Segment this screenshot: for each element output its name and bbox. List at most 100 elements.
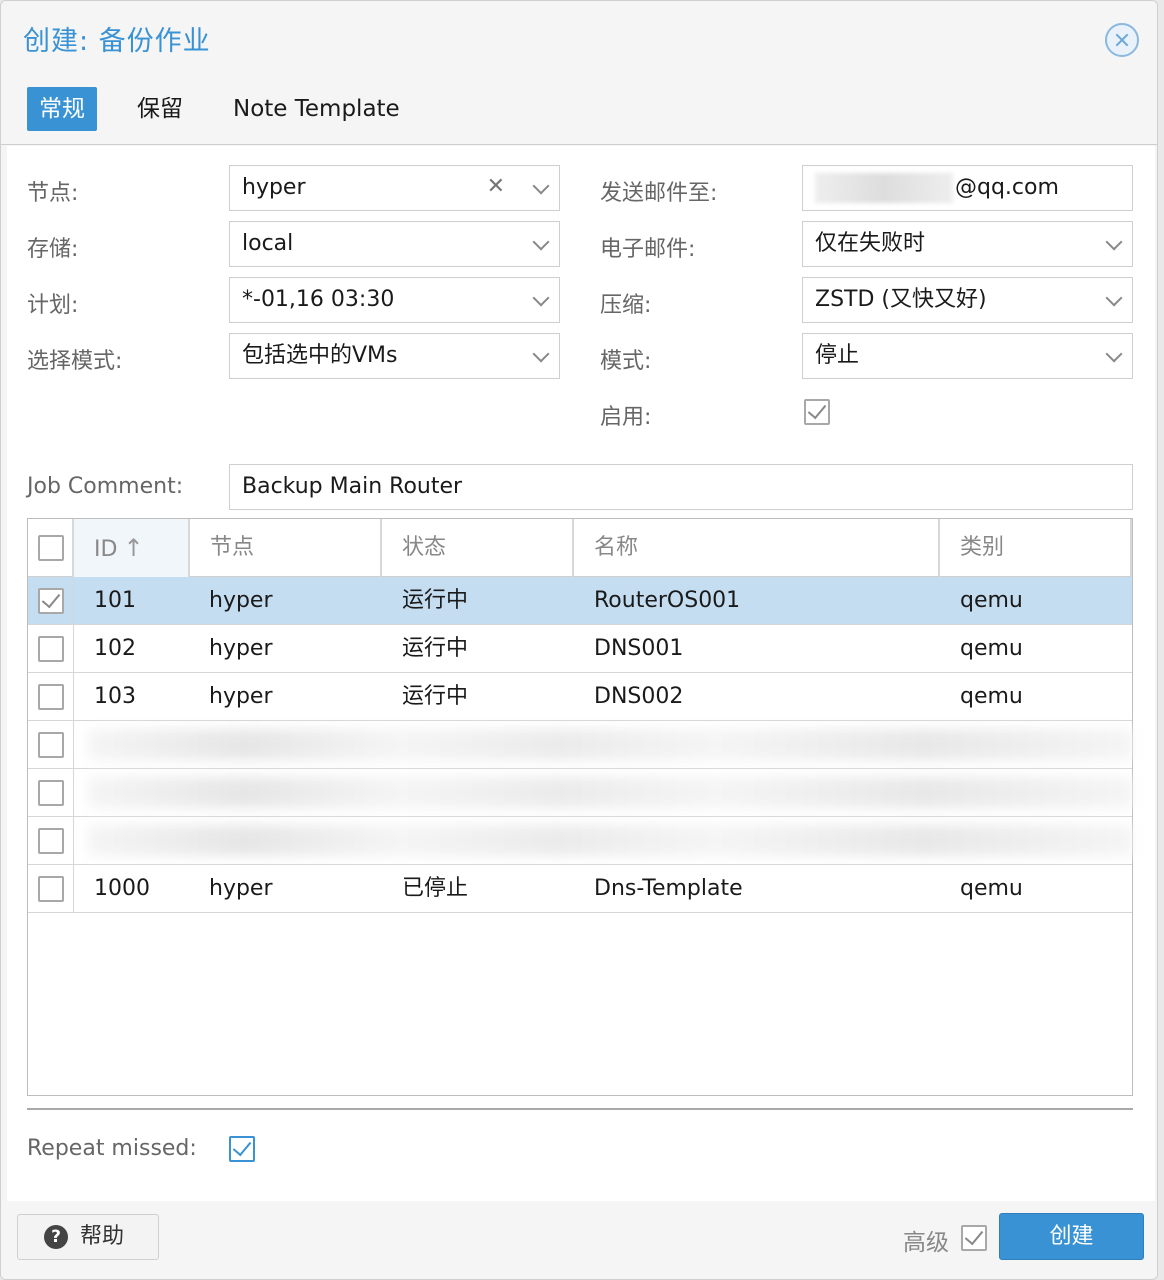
row-checkbox[interactable]: [38, 732, 64, 758]
cell-id: 1000: [94, 876, 150, 901]
enable-checkbox[interactable]: [804, 399, 830, 425]
mode-label: 模式:: [600, 349, 652, 374]
redacted-content: [88, 777, 1132, 808]
job-comment-value: Backup Main Router: [242, 474, 463, 499]
cell-status: 运行中: [402, 588, 469, 613]
help-icon: ?: [44, 1225, 68, 1249]
cell-type: qemu: [960, 684, 1023, 709]
job-comment-input[interactable]: Backup Main Router: [229, 464, 1133, 510]
cell-id: 101: [94, 588, 136, 613]
mode-value: 停止: [815, 343, 860, 368]
chevron-down-icon[interactable]: [532, 345, 550, 363]
cell-id: 103: [94, 684, 136, 709]
schedule-label: 计划:: [27, 293, 79, 318]
row-check-cell: [28, 817, 74, 864]
chevron-down-icon[interactable]: [532, 289, 550, 307]
row-checkbox[interactable]: [38, 828, 64, 854]
row-checkbox[interactable]: [38, 876, 64, 902]
cell-status: 已停止: [402, 876, 469, 901]
chevron-down-icon[interactable]: [1105, 233, 1123, 251]
dialog-footer: ? 帮助 高级 创建: [1, 1201, 1157, 1279]
cell-id: 102: [94, 636, 136, 661]
column-id-label: ID: [94, 537, 118, 562]
node-value: hyper: [242, 175, 306, 200]
help-label: 帮助: [80, 1224, 125, 1249]
cell-type: qemu: [960, 876, 1023, 901]
job-comment-label: Job Comment:: [27, 474, 184, 499]
selection-mode-label: 选择模式:: [27, 349, 123, 374]
dialog-title: 创建: 备份作业: [23, 26, 211, 57]
row-check-cell: [28, 721, 74, 768]
schedule-value: *-01,16 03:30: [242, 287, 395, 312]
redacted-row[interactable]: [28, 721, 1132, 769]
row-check-cell: [28, 577, 74, 624]
advanced-label: 高级: [903, 1230, 949, 1256]
advanced-checkbox[interactable]: [961, 1225, 987, 1251]
sort-ascending-icon: ↑: [123, 534, 144, 562]
selection-mode-select[interactable]: 包括选中的VMs: [229, 333, 560, 379]
mode-select[interactable]: 停止: [802, 333, 1133, 379]
redacted-row[interactable]: [28, 769, 1132, 817]
repeat-missed-label: Repeat missed:: [27, 1136, 197, 1161]
select-all-checkbox[interactable]: [38, 535, 64, 561]
column-header-type[interactable]: 类别: [940, 519, 1132, 577]
create-button[interactable]: 创建: [999, 1213, 1144, 1260]
row-checkbox[interactable]: [38, 780, 64, 806]
email-label: 电子邮件:: [600, 237, 696, 262]
tab-general[interactable]: 常规: [27, 87, 97, 131]
tab-note-template[interactable]: Note Template: [221, 87, 412, 131]
cell-node: hyper: [209, 588, 273, 613]
column-header-status[interactable]: 状态: [382, 519, 574, 577]
table-row[interactable]: 102 hyper 运行中 DNS001 qemu: [28, 625, 1132, 673]
table-row[interactable]: 1000 hyper 已停止 Dns-Template qemu: [28, 865, 1132, 913]
cell-name: RouterOS001: [594, 588, 741, 613]
close-icon[interactable]: [1105, 23, 1139, 57]
redacted-email-prefix: [815, 173, 953, 203]
column-header-id[interactable]: ID ↑: [74, 519, 190, 577]
storage-value: local: [242, 231, 294, 256]
chevron-down-icon[interactable]: [1105, 345, 1123, 363]
redacted-content: [88, 825, 1132, 856]
cell-name: DNS001: [594, 636, 684, 661]
redacted-row[interactable]: [28, 817, 1132, 865]
storage-label: 存储:: [27, 237, 79, 262]
cell-type: qemu: [960, 588, 1023, 613]
redacted-content: [88, 729, 1132, 760]
enable-label: 启用:: [600, 405, 652, 430]
storage-select[interactable]: local: [229, 221, 560, 267]
node-label: 节点:: [27, 181, 79, 206]
cell-status: 运行中: [402, 636, 469, 661]
compression-select[interactable]: ZSTD (又快又好): [802, 277, 1133, 323]
backup-job-dialog: 创建: 备份作业 常规 保留 Note Template 节点: hyper ✕…: [0, 0, 1158, 1280]
chevron-down-icon[interactable]: [1105, 289, 1123, 307]
row-checkbox[interactable]: [38, 636, 64, 662]
compression-value: ZSTD (又快又好): [815, 287, 987, 312]
column-header-name[interactable]: 名称: [574, 519, 940, 577]
chevron-down-icon[interactable]: [532, 177, 550, 195]
row-checkbox[interactable]: [38, 588, 64, 614]
schedule-select[interactable]: *-01,16 03:30: [229, 277, 560, 323]
row-check-cell: [28, 865, 74, 912]
table-row[interactable]: 101 hyper 运行中 RouterOS001 qemu: [28, 577, 1132, 625]
cell-status: 运行中: [402, 684, 469, 709]
email-select[interactable]: 仅在失败时: [802, 221, 1133, 267]
grid-header: ID ↑ 节点 状态 名称 类别: [28, 519, 1132, 577]
repeat-missed-checkbox[interactable]: [229, 1136, 255, 1162]
send-email-to-input[interactable]: @qq.com: [802, 165, 1133, 211]
cell-node: hyper: [209, 684, 273, 709]
send-email-to-value: @qq.com: [955, 175, 1059, 200]
chevron-down-icon[interactable]: [532, 233, 550, 251]
select-all-cell: [28, 519, 74, 577]
email-value: 仅在失败时: [815, 231, 926, 256]
column-header-node[interactable]: 节点: [190, 519, 382, 577]
node-select[interactable]: hyper ✕: [229, 165, 560, 211]
table-row[interactable]: 103 hyper 运行中 DNS002 qemu: [28, 673, 1132, 721]
tab-retention[interactable]: 保留: [125, 87, 195, 131]
row-check-cell: [28, 769, 74, 816]
compression-label: 压缩:: [600, 293, 652, 318]
row-checkbox[interactable]: [38, 684, 64, 710]
form-body: 节点: hyper ✕ 存储: local 计划: *-01,16 03:30 …: [7, 146, 1155, 1201]
tab-bar: 常规 保留 Note Template: [1, 73, 1157, 145]
clear-icon[interactable]: ✕: [487, 176, 505, 198]
help-button[interactable]: ? 帮助: [17, 1214, 159, 1260]
